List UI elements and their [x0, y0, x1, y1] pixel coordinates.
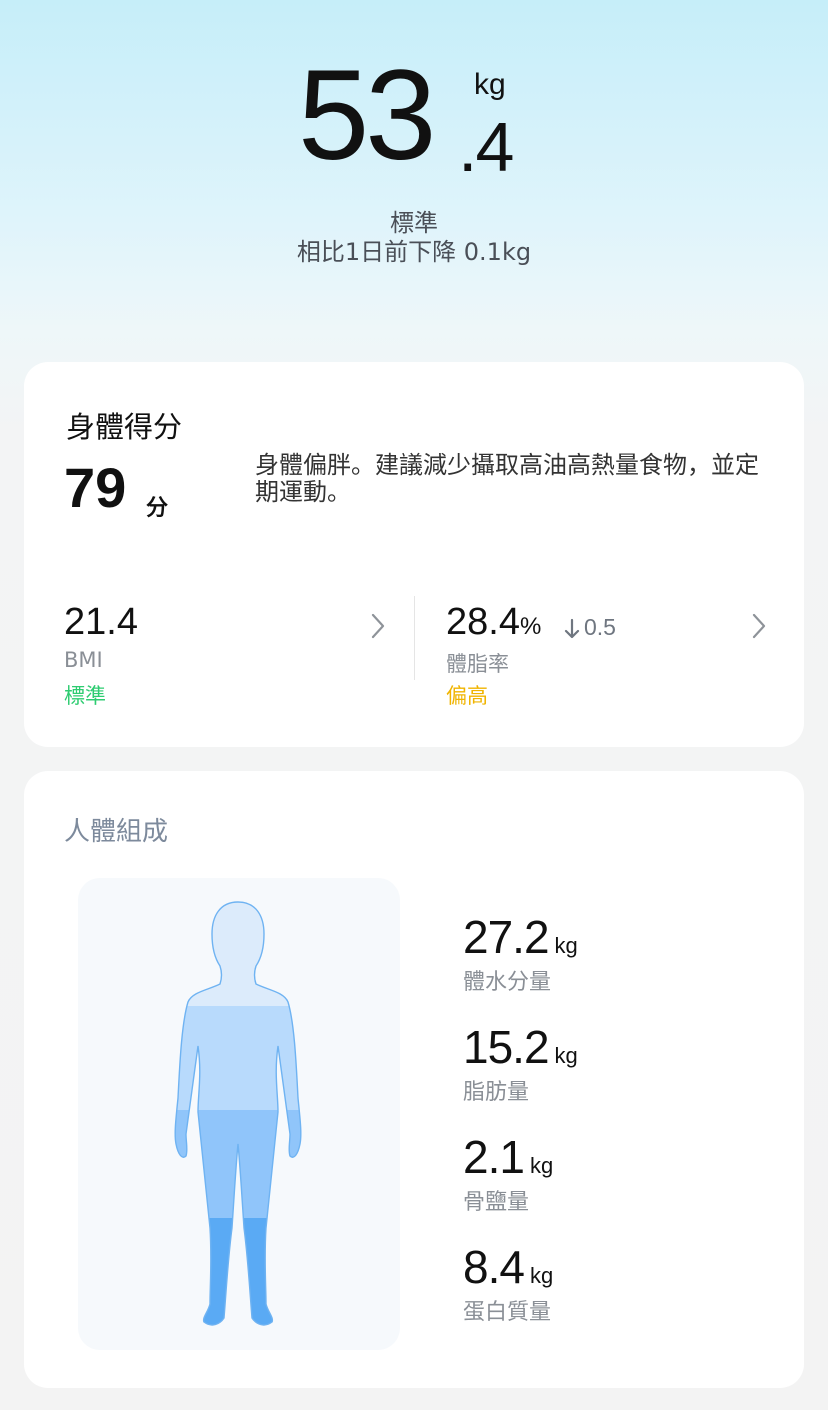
bmi-status: 標準: [64, 684, 106, 708]
fat-label: 脂肪量: [463, 1080, 530, 1105]
body-fat-value: 28.4: [446, 601, 520, 643]
weight-header: 53 .4 kg 標準 相比1日前下降 0.1kg: [0, 0, 828, 360]
water-unit: kg: [554, 933, 578, 958]
weight-comparison: 相比1日前下降 0.1kg: [296, 238, 532, 266]
protein-unit: kg: [529, 1263, 554, 1288]
weight-integer: 53: [298, 44, 436, 187]
chevron-right-icon[interactable]: [366, 611, 390, 641]
chevron-right-icon[interactable]: [747, 611, 771, 641]
composition-title: 人體組成: [64, 817, 169, 847]
bone-value: 2.1: [463, 1131, 525, 1183]
body-figure-icon: [174, 901, 302, 1326]
protein-value: 8.4: [463, 1241, 525, 1293]
fat-value: 15.2: [463, 1021, 550, 1073]
body-fat-label: 體脂率: [446, 652, 509, 676]
body-score-unit: 分: [146, 496, 169, 521]
body-fat-value-group: 28.4%: [446, 603, 541, 641]
composition-item-protein: 8.4 kg 蛋白質量: [463, 1244, 553, 1326]
water-value: 27.2: [463, 911, 550, 963]
protein-label: 蛋白質量: [463, 1300, 552, 1325]
body-score-value: 79: [64, 456, 127, 519]
composition-item-bone: 2.1 kg 骨鹽量: [463, 1134, 553, 1216]
metric-divider: [414, 596, 415, 680]
weight-decimal: .4: [458, 108, 514, 186]
composition-item-fat: 15.2 kg 脂肪量: [463, 1024, 578, 1106]
arrow-down-icon: [564, 618, 580, 639]
body-figure-panel: [78, 878, 400, 1350]
body-fat-delta-value: 0.5: [584, 614, 616, 640]
body-score-title: 身體得分: [66, 410, 183, 444]
body-fat-unit: %: [519, 613, 542, 640]
bone-unit: kg: [529, 1153, 554, 1178]
body-composition-card: 人體組成 27.2kg 體水分量 15.2kg 脂肪量 2.1kg 骨鹽量: [24, 771, 804, 1388]
body-score-card: 身體得分 79 分 身體偏胖。建議減少攝取高油高熱量食物，並定期運動。 21.4…: [24, 362, 804, 747]
water-label: 體水分量: [463, 970, 552, 995]
body-fat-delta: 0.5: [564, 614, 616, 641]
bmi-label: BMI: [64, 648, 103, 672]
bone-label: 骨鹽量: [463, 1190, 530, 1215]
weight-unit: kg: [474, 68, 506, 101]
body-score-advice: 身體偏胖。建議減少攝取高油高熱量食物，並定期運動。: [255, 451, 759, 506]
body-fat-status: 偏高: [446, 684, 488, 708]
composition-item-water: 27.2 kg 體水分量: [463, 914, 578, 996]
bmi-value: 21.4: [64, 601, 138, 643]
fat-unit: kg: [554, 1043, 578, 1068]
